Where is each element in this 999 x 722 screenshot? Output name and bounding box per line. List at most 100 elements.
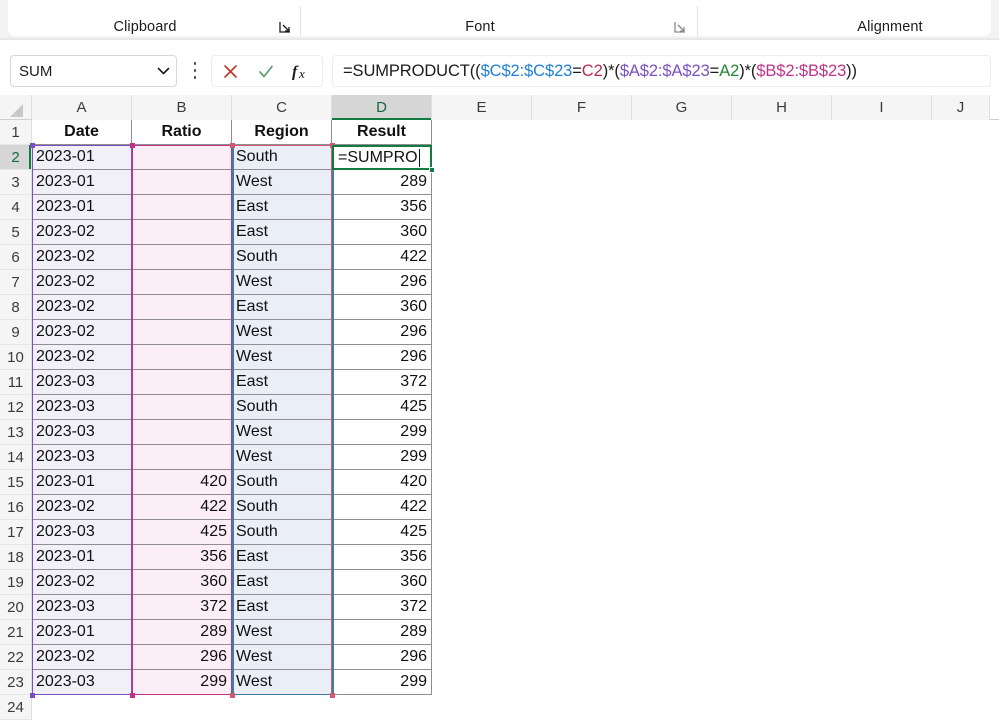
font-dialog-launcher-icon[interactable]	[673, 20, 687, 34]
cell-c13[interactable]: West	[232, 420, 332, 445]
cell-c12[interactable]: South	[232, 395, 332, 420]
cell-a13[interactable]: 2023-03	[32, 420, 132, 445]
cell-b2[interactable]	[132, 145, 232, 170]
cell-d16[interactable]: 422	[332, 495, 432, 520]
cell-a3[interactable]: 2023-01	[32, 170, 132, 195]
row-header-14[interactable]: 14	[0, 445, 32, 470]
cell-b11[interactable]	[132, 370, 232, 395]
row-header-5[interactable]: 5	[0, 220, 32, 245]
cell-c11[interactable]: East	[232, 370, 332, 395]
cell-c19[interactable]: East	[232, 570, 332, 595]
cell-c17[interactable]: South	[232, 520, 332, 545]
row-header-24[interactable]: 24	[0, 695, 32, 720]
cell-d7[interactable]: 296	[332, 270, 432, 295]
confirm-check-icon[interactable]	[248, 57, 284, 85]
formula-range-a-handle[interactable]	[30, 143, 35, 148]
row-header-19[interactable]: 19	[0, 570, 32, 595]
fill-handle[interactable]	[429, 167, 435, 173]
cell-b18[interactable]: 356	[132, 545, 232, 570]
column-header-d[interactable]: D	[332, 95, 432, 120]
column-header-f[interactable]: F	[532, 95, 632, 120]
row-header-18[interactable]: 18	[0, 545, 32, 570]
cell-b4[interactable]	[132, 195, 232, 220]
row-header-2[interactable]: 2	[0, 145, 32, 170]
cell-a16[interactable]: 2023-02	[32, 495, 132, 520]
kebab-menu-icon[interactable]	[188, 62, 202, 79]
cell-d21[interactable]: 289	[332, 620, 432, 645]
ribbon-group-font[interactable]: Font	[330, 16, 630, 38]
cell-a14[interactable]: 2023-03	[32, 445, 132, 470]
cell-a12[interactable]: 2023-03	[32, 395, 132, 420]
cell-c3[interactable]: West	[232, 170, 332, 195]
cell-a8[interactable]: 2023-02	[32, 295, 132, 320]
cell-c21[interactable]: West	[232, 620, 332, 645]
column-header-b[interactable]: B	[132, 95, 232, 120]
cell-b3[interactable]	[132, 170, 232, 195]
cancel-x-icon[interactable]	[212, 57, 248, 85]
cell-b22[interactable]: 296	[132, 645, 232, 670]
cell-a10[interactable]: 2023-02	[32, 345, 132, 370]
cell-a19[interactable]: 2023-02	[32, 570, 132, 595]
row-header-23[interactable]: 23	[0, 670, 32, 695]
cell-d9[interactable]: 296	[332, 320, 432, 345]
cell-c2[interactable]: South	[232, 145, 332, 170]
row-header-17[interactable]: 17	[0, 520, 32, 545]
cell-d14[interactable]: 299	[332, 445, 432, 470]
row-header-15[interactable]: 15	[0, 470, 32, 495]
cell-b23[interactable]: 299	[132, 670, 232, 695]
cell-d19[interactable]: 360	[332, 570, 432, 595]
cell-d15[interactable]: 420	[332, 470, 432, 495]
column-header-c[interactable]: C	[232, 95, 332, 120]
row-header-21[interactable]: 21	[0, 620, 32, 645]
cell-c7[interactable]: West	[232, 270, 332, 295]
cell-a20[interactable]: 2023-03	[32, 595, 132, 620]
cell-b5[interactable]	[132, 220, 232, 245]
row-header-6[interactable]: 6	[0, 245, 32, 270]
ribbon-group-alignment[interactable]: Alignment	[790, 16, 990, 38]
cell-a5[interactable]: 2023-02	[32, 220, 132, 245]
cell-d13[interactable]: 299	[332, 420, 432, 445]
cell-A1-header[interactable]: Date	[32, 120, 132, 145]
cell-b20[interactable]: 372	[132, 595, 232, 620]
column-header-g[interactable]: G	[632, 95, 732, 120]
ribbon-group-clipboard[interactable]: Clipboard	[40, 16, 250, 38]
cell-c6[interactable]: South	[232, 245, 332, 270]
row-header-4[interactable]: 4	[0, 195, 32, 220]
row-header-13[interactable]: 13	[0, 420, 32, 445]
row-header-9[interactable]: 9	[0, 320, 32, 345]
cell-c23[interactable]: West	[232, 670, 332, 695]
column-header-j[interactable]: J	[932, 95, 990, 120]
cell-d6[interactable]: 422	[332, 245, 432, 270]
cell-a17[interactable]: 2023-03	[32, 520, 132, 545]
row-header-1[interactable]: 1	[0, 120, 32, 145]
cell-d2-editing[interactable]: =SUMPRO	[332, 145, 432, 170]
formula-input[interactable]: =SUMPRODUCT(($C$2:$C$23=C2)*($A$2:$A$23=…	[332, 55, 991, 87]
cell-a21[interactable]: 2023-01	[32, 620, 132, 645]
cell-c15[interactable]: South	[232, 470, 332, 495]
row-header-22[interactable]: 22	[0, 645, 32, 670]
formula-range-b-handle[interactable]	[130, 693, 135, 698]
cell-c5[interactable]: East	[232, 220, 332, 245]
cell-b6[interactable]	[132, 245, 232, 270]
clipboard-dialog-launcher-icon[interactable]	[278, 20, 292, 34]
chevron-down-icon[interactable]	[150, 67, 176, 75]
cell-b16[interactable]: 422	[132, 495, 232, 520]
cell-c14[interactable]: West	[232, 445, 332, 470]
cell-a2[interactable]: 2023-01	[32, 145, 132, 170]
cell-D1-header[interactable]: Result	[332, 120, 432, 145]
formula-range-c-handle[interactable]	[230, 143, 235, 148]
cell-d8[interactable]: 360	[332, 295, 432, 320]
cell-d18[interactable]: 356	[332, 545, 432, 570]
cell-c16[interactable]: South	[232, 495, 332, 520]
cell-b17[interactable]: 425	[132, 520, 232, 545]
cell-b8[interactable]	[132, 295, 232, 320]
row-header-8[interactable]: 8	[0, 295, 32, 320]
cell-d20[interactable]: 372	[332, 595, 432, 620]
name-box[interactable]: SUM	[10, 55, 177, 87]
cell-d5[interactable]: 360	[332, 220, 432, 245]
cell-b13[interactable]	[132, 420, 232, 445]
row-header-12[interactable]: 12	[0, 395, 32, 420]
select-all-corner[interactable]	[0, 95, 32, 120]
formula-range-c-handle[interactable]	[230, 693, 235, 698]
worksheet-grid[interactable]: A B C D E F G H I J 1 2 3 4 5 6 7 8 9 10 11 12 13 14 15 16 17 18 19 2…	[0, 95, 999, 722]
